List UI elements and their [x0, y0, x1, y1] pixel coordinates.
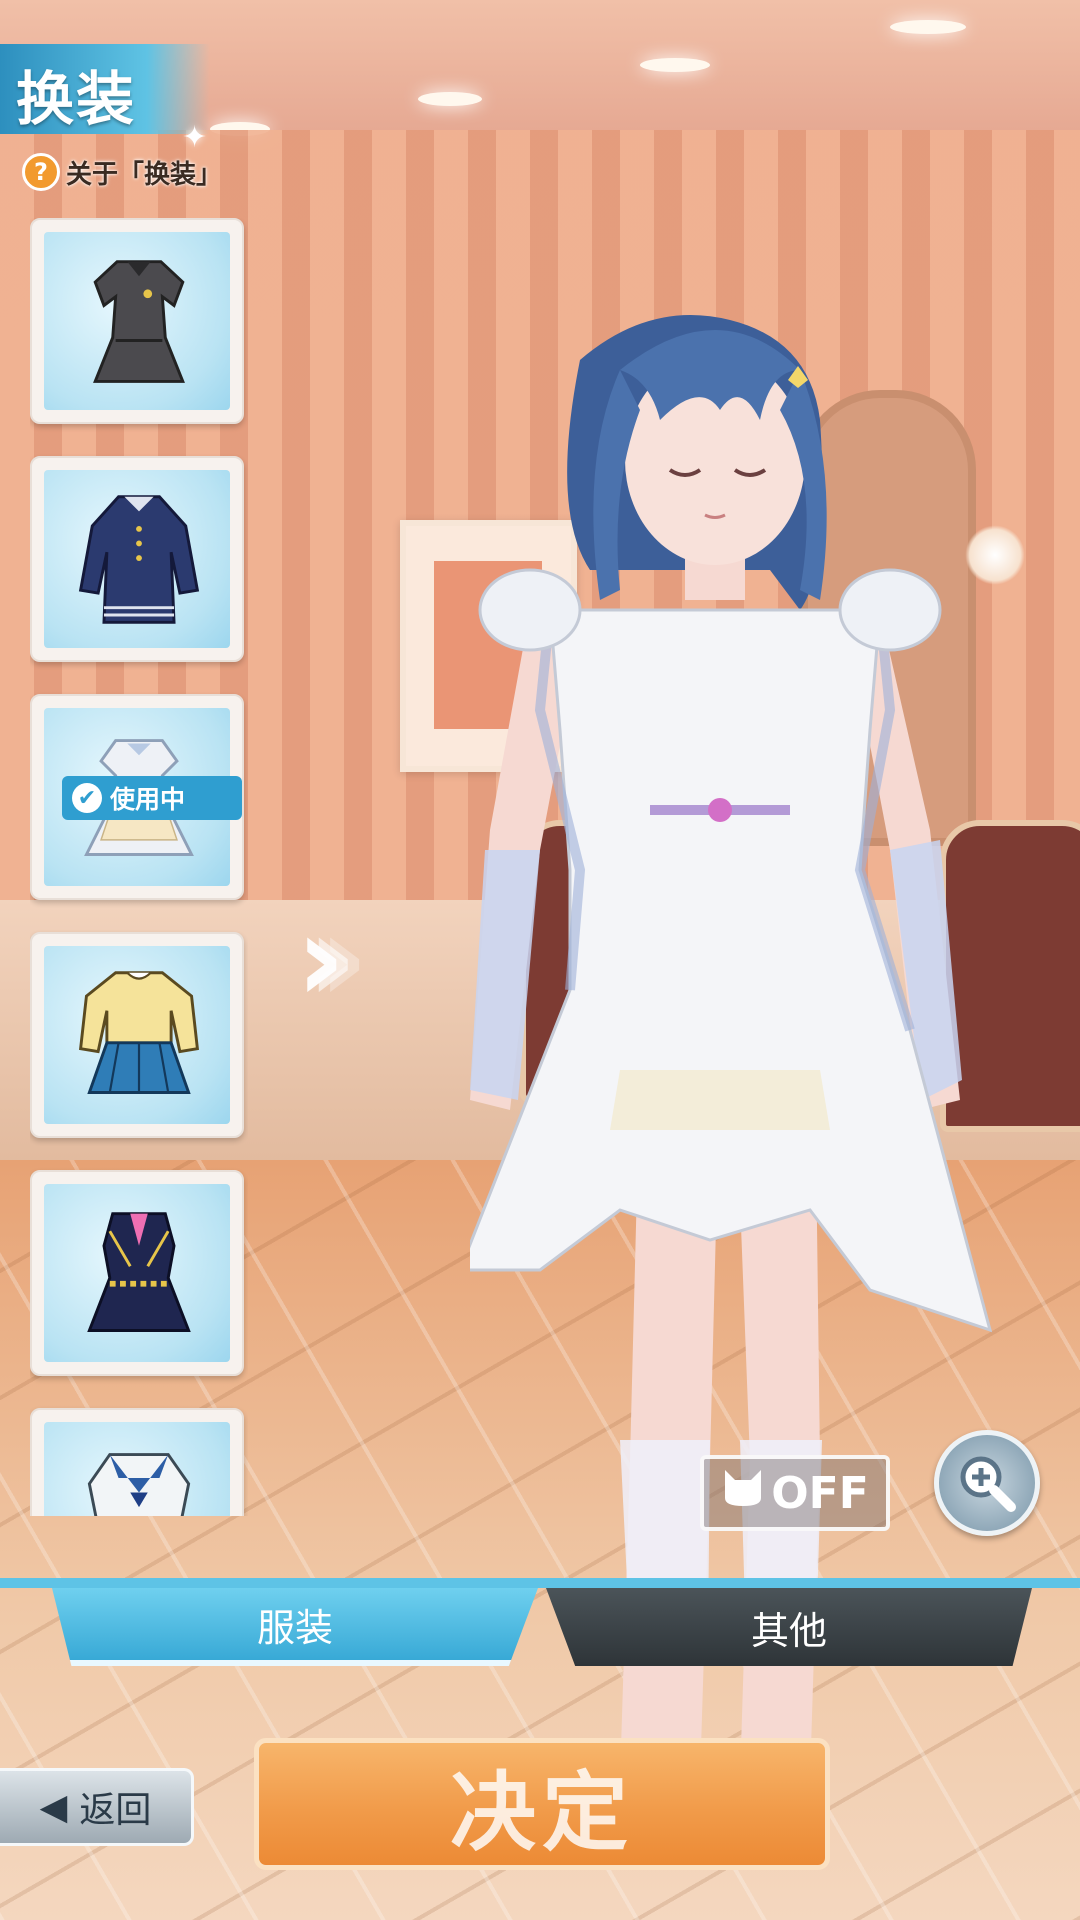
outfit-card-idol-costume[interactable] [30, 1170, 244, 1376]
back-arrow-icon: ◀ [39, 1786, 68, 1828]
about-link[interactable]: ? 关于「换装」 [22, 152, 222, 192]
cat-toggle-label: OFF [771, 1467, 869, 1519]
tab-other[interactable]: 其他 [546, 1588, 1032, 1666]
help-icon: ? [22, 153, 60, 191]
ceiling-lamp [890, 20, 966, 34]
yellow-sweater-icon [78, 971, 200, 1094]
chevrons: › › › [296, 900, 368, 1020]
zoom-in-icon [960, 1456, 1016, 1512]
ceiling-lamp [418, 92, 482, 106]
cat-toggle-button[interactable]: OFF [700, 1455, 890, 1531]
outfit-list[interactable]: ✔ 使用中 [30, 218, 248, 1516]
outfit-card-navy-coat[interactable] [30, 456, 244, 662]
navy-coat-icon [78, 495, 200, 624]
ceiling-lamp [640, 58, 710, 72]
check-icon: ✔ [72, 783, 102, 813]
back-label: 返回 [79, 1790, 152, 1831]
back-button[interactable]: ◀ 返回 [0, 1768, 194, 1846]
outfit-card-yellow-sweater[interactable] [30, 932, 244, 1138]
outfit-card-gray-uniform[interactable] [30, 218, 244, 424]
in-use-badge: ✔ 使用中 [62, 776, 242, 820]
zoom-button[interactable] [934, 1430, 1040, 1536]
confirm-button[interactable]: 决定 [254, 1738, 830, 1870]
sailor-uniform-icon [87, 1453, 191, 1516]
cat-icon [721, 1468, 765, 1518]
about-label: 关于「换装」 [66, 159, 223, 190]
tab-outfit[interactable]: 服装 [52, 1588, 538, 1666]
page-title: 换装 [16, 65, 137, 133]
outfit-card-sailor-uniform[interactable] [30, 1408, 244, 1516]
gray-uniform-icon [93, 260, 185, 383]
idol-costume-icon [87, 1212, 191, 1332]
character-model [470, 315, 993, 1780]
tab-bar-line [0, 1578, 1080, 1588]
in-use-label: 使用中 [110, 785, 186, 814]
chevron-right-icon: › [318, 890, 369, 1029]
sparkle-icon: ✦ [182, 120, 208, 155]
